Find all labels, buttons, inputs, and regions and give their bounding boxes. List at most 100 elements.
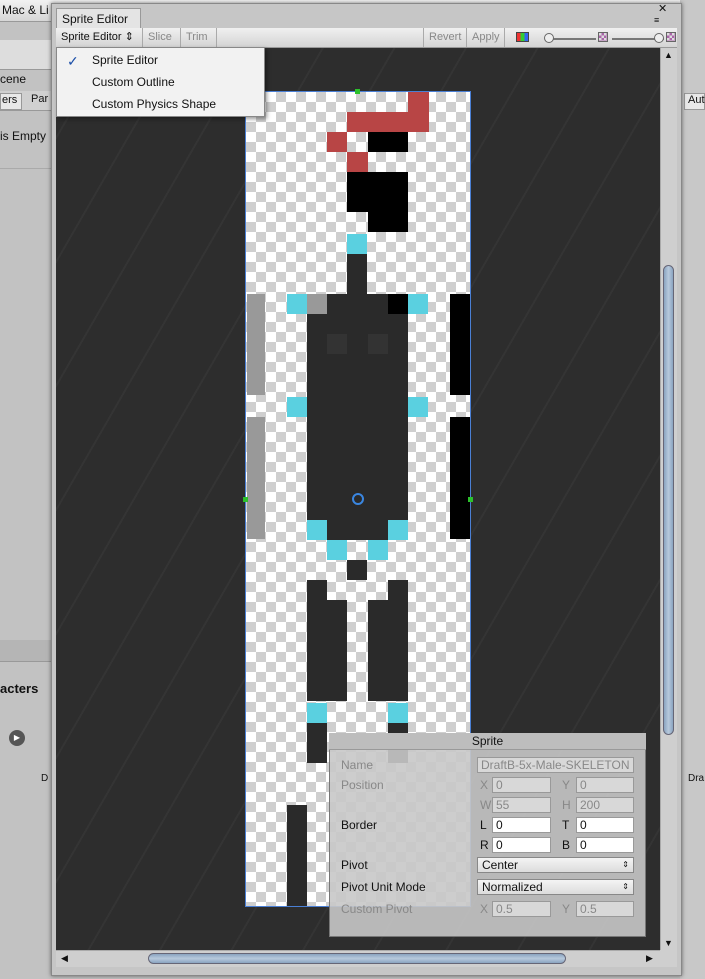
pivot-handle[interactable] xyxy=(352,493,364,505)
scroll-up-icon[interactable]: ▲ xyxy=(664,50,673,60)
sprite-pixel xyxy=(368,212,408,232)
sprite-pixel xyxy=(327,540,347,560)
w-field[interactable]: 55 xyxy=(492,797,551,813)
custom-pivot-y-field[interactable]: 0.5 xyxy=(576,901,634,917)
right-panel xyxy=(680,0,705,979)
scroll-left-icon[interactable]: ◀ xyxy=(61,953,68,964)
zoom-slider-handle[interactable] xyxy=(544,33,554,43)
menu-icon[interactable]: ≡ xyxy=(654,15,659,25)
sprite-pixel xyxy=(327,334,347,354)
name-field[interactable]: DraftB-5x-Male-SKELETON xyxy=(477,757,634,773)
characters-heading: acters xyxy=(0,681,39,696)
r-label: R xyxy=(480,838,489,852)
h-field[interactable]: 200 xyxy=(576,797,634,813)
sprite-pixel xyxy=(408,92,429,112)
scroll-right-icon[interactable]: ▶ xyxy=(646,953,653,964)
border-l-field[interactable]: 0 xyxy=(492,817,551,833)
divider xyxy=(0,168,52,169)
sprite-pixel xyxy=(287,805,307,906)
sprite-pixel xyxy=(327,132,347,152)
asset-label: D xyxy=(41,773,49,784)
position-label: Position xyxy=(341,778,384,792)
sprite-pixel xyxy=(287,294,307,314)
tab-auto[interactable]: Aut xyxy=(684,93,705,110)
sprite-pixel xyxy=(388,703,408,723)
b-label: B xyxy=(562,838,571,852)
sprite-pixel xyxy=(347,152,368,172)
pivot-select[interactable]: Center ⇕ xyxy=(477,857,634,873)
sprite-pixel xyxy=(347,172,408,212)
sprite-pixel xyxy=(287,397,307,417)
w-label: W xyxy=(480,798,492,812)
h-label: H xyxy=(562,798,571,812)
border-t-field[interactable]: 0 xyxy=(576,817,634,833)
sprite-pixel xyxy=(307,600,347,701)
bottom-bar xyxy=(0,640,52,662)
tab-params[interactable]: Par xyxy=(28,93,52,110)
border-b-field[interactable]: 0 xyxy=(576,837,634,853)
t-label: T xyxy=(562,818,570,832)
pivot-label: Pivot xyxy=(341,858,368,872)
right-handle[interactable] xyxy=(468,497,473,502)
close-icon[interactable]: ✕ xyxy=(658,4,667,15)
left-handle[interactable] xyxy=(243,497,248,502)
empty-label: is Empty xyxy=(0,129,47,143)
scene-tab[interactable]: cene xyxy=(0,72,26,86)
window-tab[interactable]: Sprite Editor xyxy=(56,8,141,28)
mode-dropdown-menu: ✓ Sprite Editor Custom Outline Custom Ph… xyxy=(56,47,265,117)
slice-button[interactable]: Slice ⇕ xyxy=(143,28,181,62)
sprite-pixel xyxy=(347,234,367,254)
sprite-pixel xyxy=(408,397,428,417)
y-field[interactable]: 0 xyxy=(576,777,634,793)
sprite-pixel xyxy=(450,294,470,395)
editor-bar xyxy=(0,40,52,70)
color-channel-icon[interactable] xyxy=(516,32,529,42)
horizontal-scroll-thumb[interactable] xyxy=(148,953,566,964)
sprite-pixel xyxy=(368,334,388,354)
tab-layers[interactable]: ers xyxy=(0,93,22,110)
menu-item-custom-physics-shape[interactable]: Custom Physics Shape xyxy=(92,97,216,111)
sprite-pixel xyxy=(388,294,408,314)
sprite-pixel xyxy=(247,294,265,395)
sprite-pixel xyxy=(347,112,429,132)
x-label: X xyxy=(480,778,489,792)
select-arrow-icon: ⇕ xyxy=(622,882,629,891)
pivot-value: Center xyxy=(482,858,519,872)
sprite-pixel xyxy=(307,294,327,314)
sprite-pixel xyxy=(368,132,408,152)
mode-dropdown[interactable]: Sprite Editor ⇕ xyxy=(56,28,143,47)
apply-button[interactable]: Apply xyxy=(467,28,505,47)
top-handle[interactable] xyxy=(355,89,360,94)
sprite-pixel xyxy=(347,254,367,294)
sprite-panel-title: Sprite xyxy=(329,733,646,750)
sprite-pixel xyxy=(307,580,327,600)
sprite-pixel xyxy=(327,520,388,540)
toolbar: Sprite Editor ⇕ Slice ⇕ Trim Revert Appl… xyxy=(56,28,677,62)
menu-item-custom-outline[interactable]: Custom Outline xyxy=(92,75,175,89)
name-label: Name xyxy=(341,758,374,772)
alpha-icon xyxy=(598,32,608,42)
border-label: Border xyxy=(341,818,378,832)
sprite-pixel xyxy=(307,520,327,540)
select-arrow-icon: ⇕ xyxy=(622,860,629,869)
trim-button[interactable]: Trim xyxy=(181,28,217,47)
custom-pivot-x-field[interactable]: 0.5 xyxy=(492,901,551,917)
sprite-pixel xyxy=(408,294,428,314)
cpy-label: Y xyxy=(562,902,571,916)
sprite-pixel xyxy=(388,580,408,600)
scroll-down-icon[interactable]: ▼ xyxy=(664,938,673,948)
sprite-pixel xyxy=(327,294,388,314)
cpx-label: X xyxy=(480,902,489,916)
l-label: L xyxy=(480,818,487,832)
pivot-unit-select[interactable]: Normalized ⇕ xyxy=(477,879,634,895)
menu-item-sprite-editor[interactable]: Sprite Editor xyxy=(92,53,158,67)
custom-pivot-label: Custom Pivot xyxy=(341,902,413,916)
sprite-pixel xyxy=(388,520,408,540)
vertical-scroll-thumb[interactable] xyxy=(663,265,674,735)
scroll-corner xyxy=(660,950,677,967)
play-icon[interactable]: ▶ xyxy=(9,730,25,746)
x-field[interactable]: 0 xyxy=(492,777,551,793)
mip-slider-handle[interactable] xyxy=(654,33,664,43)
revert-button[interactable]: Revert xyxy=(423,28,467,47)
border-r-field[interactable]: 0 xyxy=(492,837,551,853)
